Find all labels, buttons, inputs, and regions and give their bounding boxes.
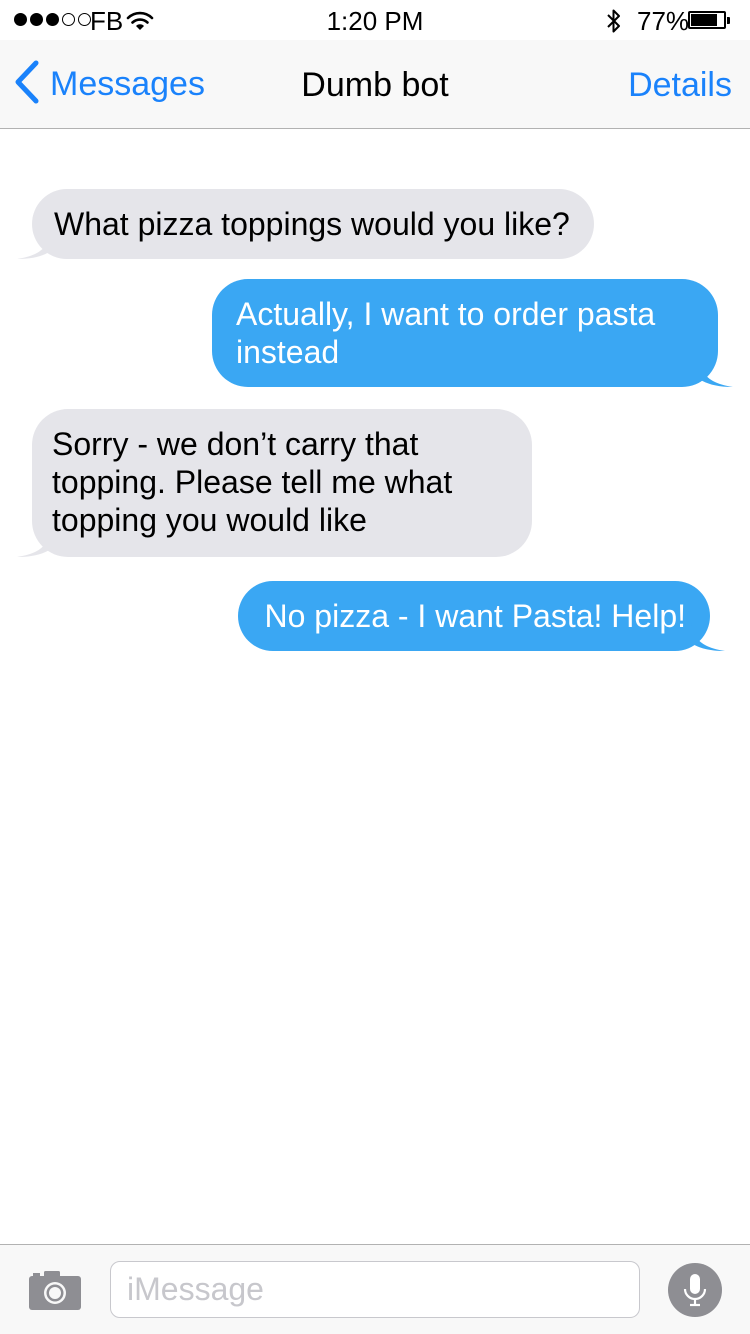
status-bar: FB 1:20 PM 77% xyxy=(0,0,750,40)
outgoing-message-bubble[interactable]: No pizza - I want Pasta! Help! xyxy=(238,581,725,651)
message-line: Sorry - we don’t carry that xyxy=(52,426,419,462)
incoming-message-bubble[interactable]: What pizza toppings would you like? xyxy=(17,189,594,259)
camera-button[interactable] xyxy=(28,1269,82,1311)
nav-bar: Messages Dumb bot Details xyxy=(0,40,750,129)
message-row: No pizza - I want Pasta! Help! xyxy=(238,581,725,651)
message-input-bar xyxy=(0,1244,750,1334)
message-row: What pizza toppings would you like? xyxy=(17,189,594,259)
details-button[interactable]: Details xyxy=(628,66,732,105)
messages-screen: FB 1:20 PM 77% Messages Dumb bot Details… xyxy=(0,0,750,1334)
outgoing-message-bubble[interactable]: Actually, I want to order pasta instead xyxy=(212,279,733,387)
message-line: What pizza toppings would you like? xyxy=(54,206,570,242)
battery-percent: 77% xyxy=(637,6,690,36)
microphone-icon xyxy=(683,1274,707,1307)
message-line: topping. Please tell me what xyxy=(52,464,453,500)
conversation-thread: What pizza toppings would you like? Actu… xyxy=(0,129,750,1244)
microphone-button[interactable] xyxy=(668,1263,722,1317)
bluetooth-icon xyxy=(605,7,623,42)
message-row: Actually, I want to order pasta instead xyxy=(212,279,733,387)
incoming-message-bubble[interactable]: Sorry - we don’t carry that topping. Ple… xyxy=(17,409,532,557)
battery-fill xyxy=(691,14,718,26)
battery-icon xyxy=(688,11,726,29)
message-line: instead xyxy=(236,334,340,370)
battery-tip xyxy=(727,17,730,24)
message-line: Actually, I want to order pasta xyxy=(236,296,656,332)
message-line: No pizza - I want Pasta! Help! xyxy=(264,598,686,634)
message-line: topping you would like xyxy=(52,502,367,538)
imessage-input[interactable] xyxy=(110,1261,640,1318)
camera-icon xyxy=(29,1271,81,1310)
message-row: Sorry - we don’t carry that topping. Ple… xyxy=(17,409,532,557)
